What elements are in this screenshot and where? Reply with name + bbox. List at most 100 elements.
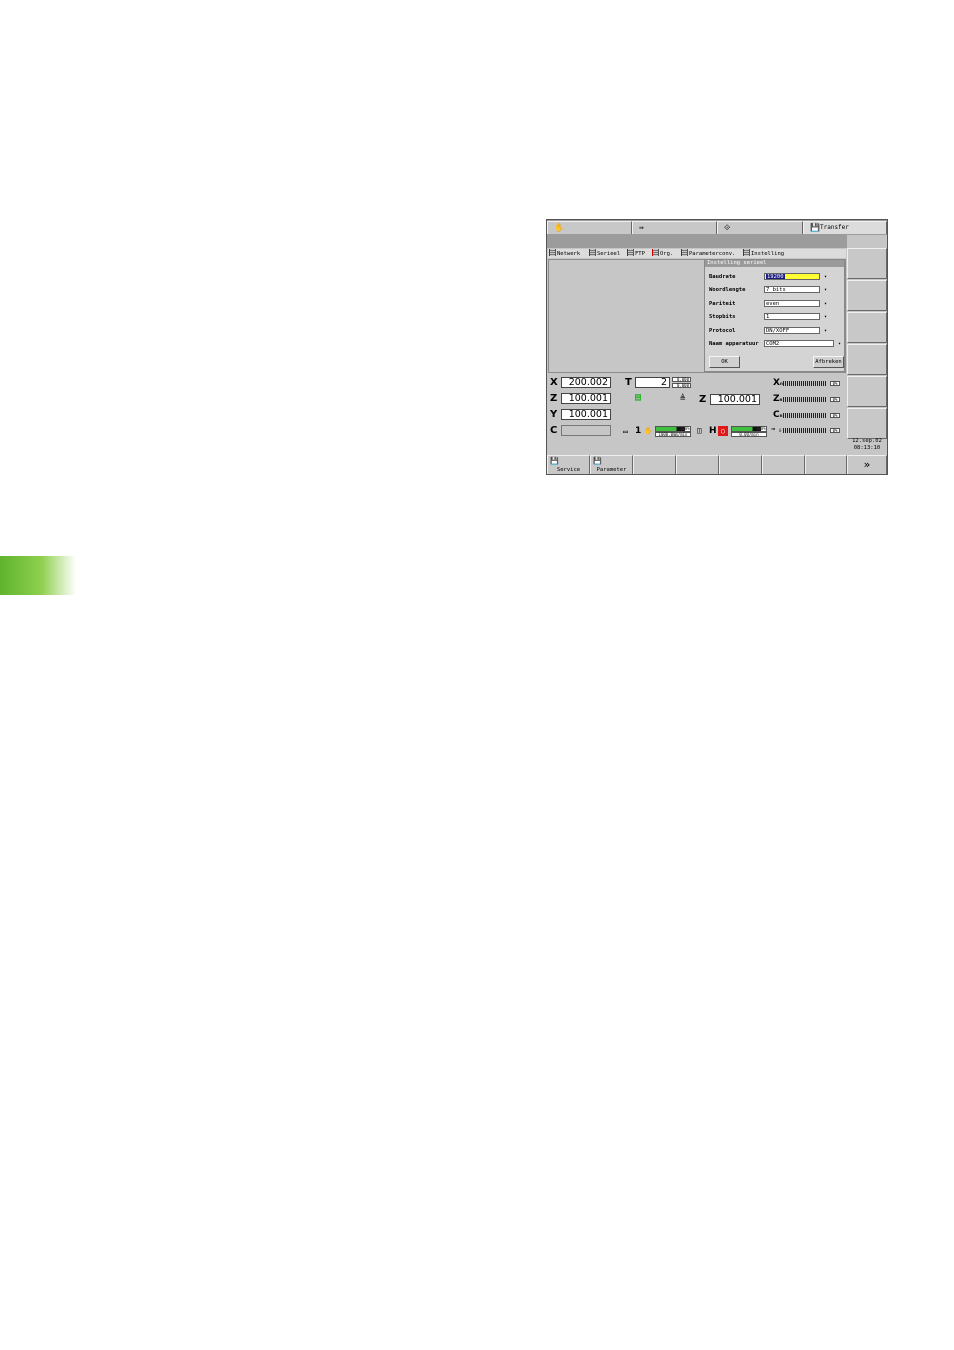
- stop-bits-select[interactable]: 1: [764, 313, 820, 320]
- axis-value-x: 200.002: [561, 377, 611, 388]
- program-edit-icon: ⟐: [724, 223, 731, 232]
- parameter-convert-icon: [681, 249, 688, 256]
- tool-label: T: [625, 377, 632, 388]
- meter-axis: X: [773, 378, 780, 388]
- load-value-c: 0%: [830, 413, 840, 418]
- date-time-display: 12.sep.02 08:13:10: [847, 438, 887, 456]
- menu-tab-label: FTP: [635, 251, 645, 257]
- spindle-override-value: 100%: [756, 426, 766, 431]
- softkey-label: Service: [556, 467, 581, 473]
- field-value: 19200: [766, 274, 785, 280]
- menu-tab-parameterconv[interactable]: Parameterconv.: [681, 249, 735, 259]
- menu-tab-label: Org.: [660, 251, 674, 257]
- tool-offset-1: 0.000: [672, 377, 691, 382]
- chapter-marker: [0, 556, 76, 595]
- position-display: X 200.002 Z 100.001 Y 100.001 C T 2 0.00…: [547, 373, 847, 439]
- tab-program-run[interactable]: ⇛: [632, 221, 717, 234]
- field-label: Stopbits: [709, 314, 736, 320]
- meter-sub: 0: [779, 428, 782, 433]
- serial-icon: [589, 249, 596, 256]
- menu-tab-label: Instelling: [751, 251, 785, 257]
- protocol-select[interactable]: DN/XOFF: [764, 327, 820, 334]
- menu-tab-serieel[interactable]: Serieel: [589, 249, 620, 259]
- field-label: Naam apparatuur: [709, 341, 759, 347]
- word-length-select[interactable]: 7 bits: [764, 286, 820, 293]
- cancel-button[interactable]: Afbreken: [813, 356, 844, 368]
- parameter-softkey[interactable]: 💾 Parameter: [590, 455, 633, 474]
- baudrate-select[interactable]: 19200: [764, 273, 820, 280]
- menu-tab-ftp[interactable]: FTP: [627, 249, 645, 259]
- chevron-down-icon[interactable]: ▾: [824, 273, 827, 281]
- chevron-down-icon[interactable]: ▾: [824, 313, 827, 321]
- service-softkey[interactable]: 💾 Service: [547, 455, 590, 474]
- ok-button[interactable]: OK: [709, 356, 740, 368]
- tab-program-edit[interactable]: ⟐: [717, 221, 803, 234]
- next-softkey-bar-button[interactable]: »: [847, 455, 887, 474]
- floppy-icon: 💾: [593, 457, 602, 465]
- menu-tab-label: Parameterconv.: [689, 251, 736, 257]
- field-label: Baudrate: [709, 274, 736, 280]
- double-chevron-right-icon: »: [863, 458, 871, 471]
- menu-tab-label: Netwerk: [557, 251, 581, 257]
- right-softkey-5[interactable]: [847, 376, 887, 407]
- spindle-speed-value: 0.0U/min: [731, 432, 767, 437]
- tool-icon: ≜: [680, 394, 686, 404]
- device-name-select[interactable]: COM2: [764, 340, 834, 347]
- right-softkey-2[interactable]: [847, 280, 887, 311]
- menu-tab-org[interactable]: Org.: [652, 249, 673, 259]
- spindle-icon: ◫: [697, 426, 702, 435]
- right-softkey-3[interactable]: [847, 312, 887, 343]
- axis-label-c: C: [550, 425, 558, 436]
- menu-tab-instelling[interactable]: Instelling: [743, 249, 784, 259]
- serial-settings-dialog: Instelling serieel Baudrate 19200 ▾ Woor…: [704, 259, 845, 372]
- feed-override-value: 100%: [680, 426, 690, 431]
- meter-axis: C: [773, 410, 780, 420]
- softkey-7[interactable]: [805, 455, 847, 474]
- feed-rate-value: 1000.0mm/min: [655, 432, 691, 437]
- chevron-down-icon[interactable]: ▾: [838, 340, 841, 348]
- meter-label-x: Xn: [773, 378, 783, 389]
- right-softkey-1[interactable]: [847, 248, 887, 279]
- axis-label-z: Z: [550, 393, 558, 404]
- spindle-motor-icon: ⊸: [771, 425, 776, 433]
- load-meter-x: [783, 381, 827, 386]
- axis-label-y: Y: [550, 409, 558, 420]
- hand-icon: ✋: [554, 223, 564, 232]
- softkey-5[interactable]: [719, 455, 762, 474]
- softkey-4[interactable]: [676, 455, 719, 474]
- load-meter-c: [783, 413, 827, 418]
- spindle-number: 1: [635, 426, 642, 436]
- spindle-h-label: H: [709, 426, 717, 436]
- axis-value-c: [561, 425, 611, 436]
- organize-icon: [652, 249, 659, 256]
- load-value-x: 0%: [830, 381, 840, 386]
- tool-number: 2: [635, 377, 670, 388]
- load-meter-spindle: [783, 428, 827, 433]
- meter-label-z: Zn: [773, 394, 782, 405]
- load-meter-z: [783, 397, 827, 402]
- tab-transfer[interactable]: 💾 Transfer: [803, 221, 887, 234]
- chevron-down-icon[interactable]: ▾: [824, 327, 827, 335]
- axis-value-z: 100.001: [561, 393, 611, 404]
- load-value-z: 0%: [830, 397, 840, 402]
- feed-icon: ▭: [623, 427, 628, 436]
- right-softkey-6[interactable]: [847, 408, 887, 439]
- chevron-down-icon[interactable]: ▾: [824, 300, 827, 308]
- menu-tab-netwerk[interactable]: Netwerk: [549, 249, 580, 259]
- softkey-6[interactable]: [762, 455, 805, 474]
- tab-manual[interactable]: ✋: [547, 221, 632, 234]
- tool-holder-icon: ▤: [635, 392, 642, 403]
- load-value-spindle: 0%: [830, 428, 840, 433]
- field-label: Protocol: [709, 328, 736, 334]
- program-run-icon: ⇛: [639, 223, 644, 232]
- right-softkey-4[interactable]: [847, 344, 887, 375]
- ftp-icon: [627, 249, 634, 256]
- tab-transfer-label: Transfer: [820, 224, 849, 231]
- chevron-down-icon[interactable]: ▾: [824, 286, 827, 294]
- softkey-3[interactable]: [633, 455, 676, 474]
- spindle-stop-icon: ○: [718, 426, 728, 436]
- axis-value-y: 100.001: [561, 409, 611, 420]
- floppy-icon: 💾: [550, 457, 559, 465]
- parity-select[interactable]: even: [764, 300, 820, 307]
- menu-tab-label: Serieel: [597, 251, 621, 257]
